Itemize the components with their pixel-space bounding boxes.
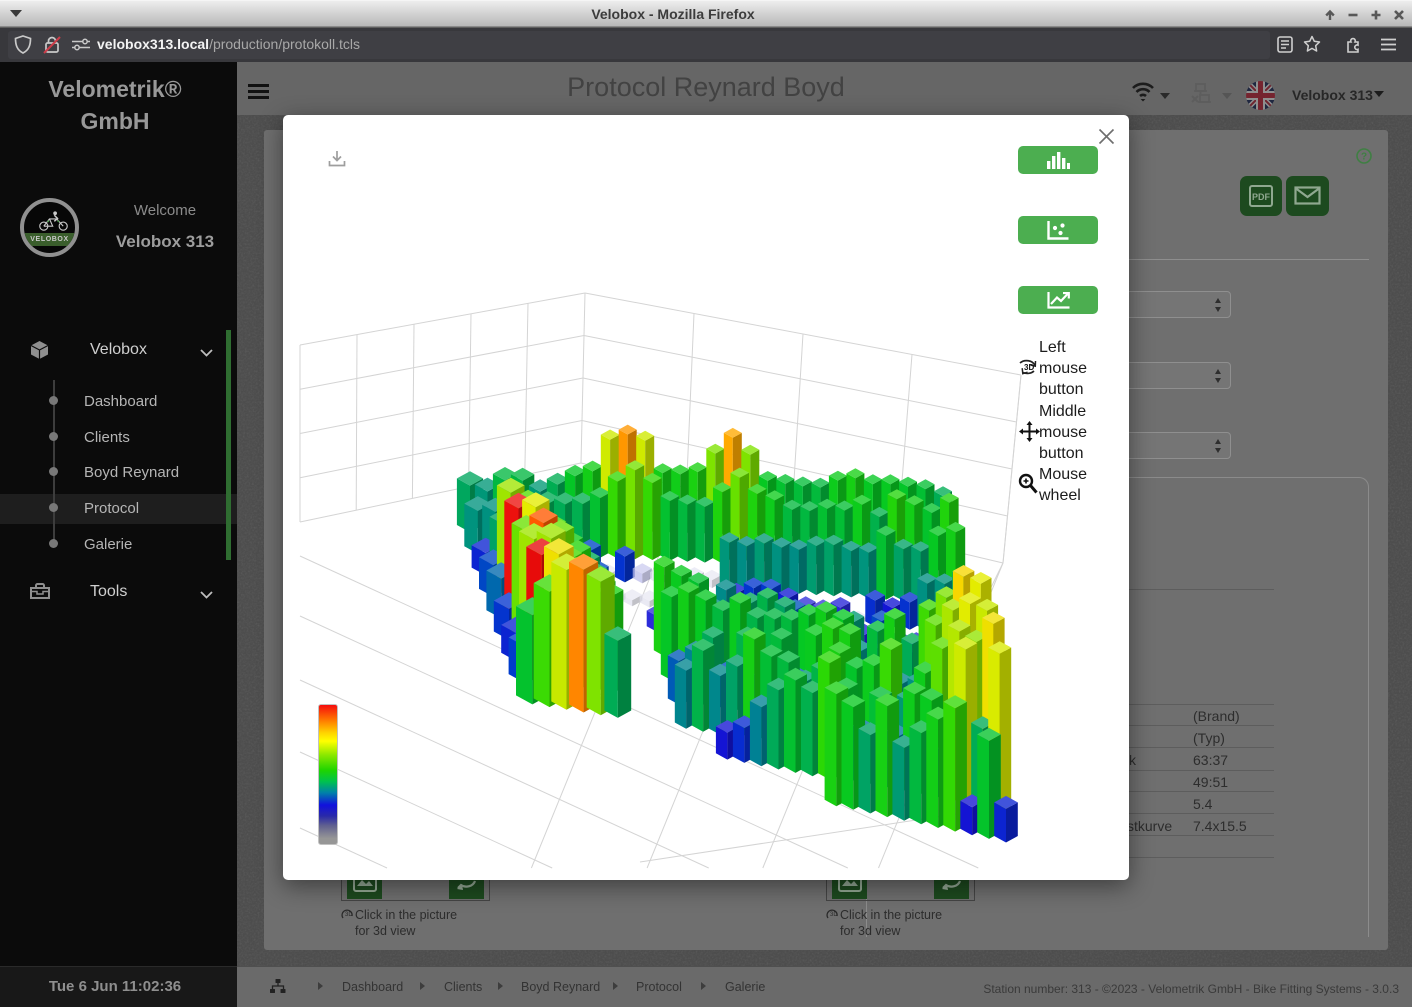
svg-text:3D: 3D [1024, 363, 1034, 372]
svg-text:3D: 3D [345, 912, 353, 918]
svg-text:PDF: PDF [1252, 192, 1271, 202]
svg-text:?: ? [1361, 152, 1367, 163]
svg-text:3D: 3D [830, 912, 838, 918]
